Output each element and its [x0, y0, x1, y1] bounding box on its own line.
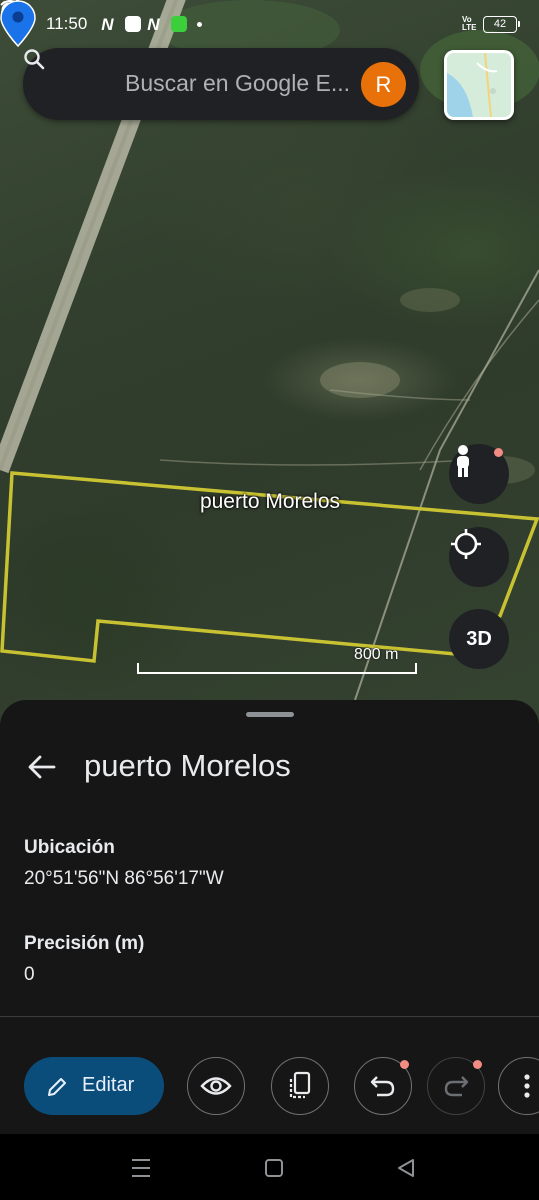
pegman-icon [457, 445, 469, 477]
sheet-title: puerto Morelos [84, 748, 291, 783]
battery-level: 42 [493, 17, 507, 30]
battery-icon: 42 [483, 15, 520, 33]
eye-icon [200, 1077, 232, 1095]
location-pin-icon[interactable] [0, 0, 36, 48]
netflix-icon: N [101, 14, 114, 34]
notification-dot [494, 448, 503, 457]
system-icons: Vo LTE 42 [0, 0, 520, 33]
volte-icon: Vo LTE [462, 15, 477, 32]
system-nav-bar [0, 1134, 539, 1200]
duplicate-button[interactable] [271, 1057, 329, 1115]
scale-bar [137, 663, 417, 674]
netflix-icon: N [147, 14, 160, 34]
action-toolbar: Editar [0, 1038, 539, 1134]
crosshair-icon [451, 529, 481, 559]
precision-label: Precisión (m) [24, 933, 145, 954]
pencil-icon [48, 1078, 66, 1096]
drag-handle[interactable] [246, 712, 294, 717]
street-view-button[interactable] [449, 444, 509, 504]
redo-button[interactable] [427, 1057, 485, 1115]
back-arrow-icon[interactable] [27, 752, 57, 782]
status-time: 11:50 [46, 14, 88, 33]
home-icon[interactable] [264, 1158, 284, 1178]
recents-icon[interactable] [130, 1158, 152, 1178]
place-label[interactable]: puerto Morelos [170, 490, 370, 514]
more-options-button[interactable] [498, 1057, 539, 1115]
notification-dot [400, 1060, 409, 1069]
visibility-button[interactable] [187, 1057, 245, 1115]
location-label: Ubicación [24, 837, 115, 858]
notification-dot [473, 1060, 482, 1069]
divider [0, 1016, 539, 1017]
satellite-map[interactable]: 11:50 N N Vo LTE 42 Buscar en Google E..… [0, 0, 539, 740]
whatsapp-icon [171, 16, 188, 32]
search-icon[interactable] [23, 48, 45, 70]
undo-icon [370, 1076, 395, 1097]
map-thumbnail-icon [447, 53, 511, 117]
edit-label: Editar [82, 1074, 135, 1096]
copy-icon [289, 1071, 311, 1099]
app-icon [125, 16, 142, 32]
location-value: 20°51'56"N 86°56'17"W [24, 868, 224, 889]
more-notifications-icon [197, 21, 203, 27]
search-input[interactable]: Buscar en Google E... [125, 70, 350, 97]
notification-icons: N N [101, 14, 203, 34]
scale-label: 800 m [354, 646, 399, 663]
3d-toggle-button[interactable]: 3D [449, 609, 509, 669]
map-style-button[interactable] [444, 50, 514, 120]
search-bar[interactable]: Buscar en Google E... R [23, 48, 419, 120]
undo-button[interactable] [354, 1057, 412, 1115]
avatar[interactable]: R [361, 62, 406, 107]
back-nav-icon[interactable] [396, 1158, 416, 1178]
more-vert-icon [524, 1074, 530, 1098]
precision-value: 0 [24, 964, 35, 985]
edit-button[interactable]: Editar [24, 1057, 164, 1115]
redo-icon [444, 1076, 469, 1097]
status-bar: 11:50 N N Vo LTE 42 [0, 0, 539, 48]
my-location-button[interactable] [449, 527, 509, 587]
